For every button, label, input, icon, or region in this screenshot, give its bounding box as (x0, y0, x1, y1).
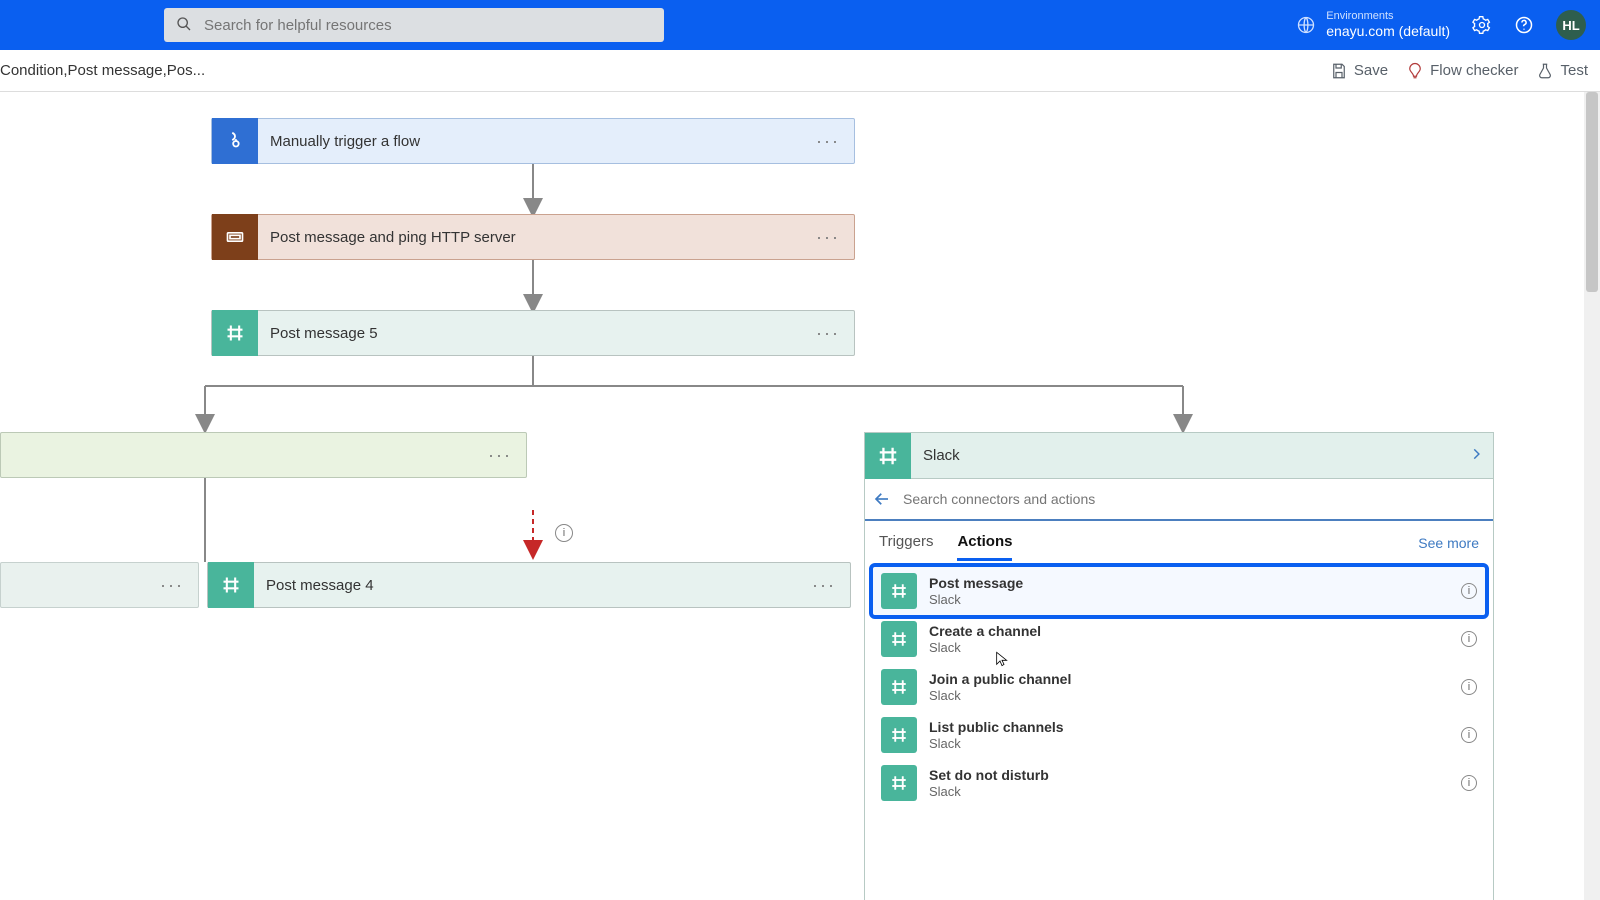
action-item[interactable]: Post message Slack i (873, 567, 1485, 615)
flow-checker-label: Flow checker (1430, 62, 1518, 79)
info-icon[interactable]: i (1461, 631, 1477, 647)
step-menu-icon[interactable]: ··· (816, 131, 840, 152)
step-title: Manually trigger a flow (270, 133, 420, 150)
flow-canvas[interactable]: Manually trigger a flow ··· Post message… (0, 92, 1600, 900)
help-icon[interactable] (1514, 15, 1534, 35)
back-arrow-icon[interactable] (873, 490, 891, 508)
action-connector: Slack (929, 736, 1064, 751)
environment-picker[interactable]: Environments enayu.com (default) (1296, 10, 1450, 40)
action-item[interactable]: List public channels Slack i (873, 711, 1485, 759)
step-title: Post message 4 (266, 577, 374, 594)
search-icon (176, 16, 192, 35)
action-name: Create a channel (929, 623, 1041, 640)
panel-search-input[interactable] (901, 490, 1485, 508)
designer-toolbar: Condition,Post message,Pos... Save Flow … (0, 50, 1600, 92)
environment-label: Environments (1326, 10, 1450, 23)
user-avatar[interactable]: HL (1556, 10, 1586, 40)
step-title: Post message 5 (270, 325, 378, 342)
scope-icon (212, 214, 258, 260)
action-name: List public channels (929, 719, 1064, 736)
slack-connector-icon (865, 433, 911, 479)
step-scope[interactable]: Post message and ping HTTP server ··· (211, 214, 855, 260)
info-icon[interactable]: i (1461, 679, 1477, 695)
slack-icon (212, 310, 258, 356)
slack-icon (881, 765, 917, 801)
vertical-scrollbar[interactable] (1584, 92, 1600, 900)
step-menu-icon[interactable]: ··· (160, 575, 184, 596)
action-name: Post message (929, 575, 1023, 592)
step-title: Post message and ping HTTP server (270, 229, 516, 246)
action-chooser-panel: Slack Triggers Actions See more (864, 432, 1494, 900)
panel-header[interactable]: Slack (865, 433, 1493, 479)
info-icon[interactable]: i (1461, 775, 1477, 791)
action-item[interactable]: Set do not disturb Slack i (873, 759, 1485, 807)
avatar-initials: HL (1562, 18, 1579, 33)
save-button[interactable]: Save (1330, 62, 1388, 80)
panel-tabs: Triggers Actions See more (865, 521, 1493, 561)
step-menu-icon[interactable]: ··· (812, 575, 836, 596)
flow-breadcrumb: Condition,Post message,Pos... (0, 62, 205, 79)
scrollbar-thumb[interactable] (1586, 92, 1598, 292)
slack-icon (881, 717, 917, 753)
test-button[interactable]: Test (1536, 62, 1588, 80)
slack-icon (881, 669, 917, 705)
info-icon[interactable]: i (1461, 727, 1477, 743)
action-connector: Slack (929, 784, 1049, 799)
global-search[interactable] (164, 8, 664, 42)
step-menu-icon[interactable]: ··· (488, 445, 512, 466)
tab-actions[interactable]: Actions (957, 533, 1012, 561)
top-banner: Environments enayu.com (default) HL (0, 0, 1600, 50)
step-menu-icon[interactable]: ··· (816, 227, 840, 248)
chevron-right-icon[interactable] (1469, 447, 1483, 464)
action-item[interactable]: Join a public channel Slack i (873, 663, 1485, 711)
globe-icon (1296, 15, 1316, 35)
step-trigger[interactable]: Manually trigger a flow ··· (211, 118, 855, 164)
action-name: Join a public channel (929, 671, 1071, 688)
action-connector: Slack (929, 688, 1071, 703)
slack-icon (208, 562, 254, 608)
global-search-input[interactable] (202, 16, 652, 35)
action-connector: Slack (929, 640, 1041, 655)
step-post4[interactable]: Post message 4 ··· (207, 562, 851, 608)
test-label: Test (1560, 62, 1588, 79)
branch-yes-card[interactable]: ··· (0, 432, 527, 478)
action-list: Post message Slack i Create a channel Sl… (865, 561, 1493, 817)
see-more-link[interactable]: See more (1418, 535, 1479, 561)
info-icon[interactable]: i (1461, 583, 1477, 599)
step-menu-icon[interactable]: ··· (816, 323, 840, 344)
action-connector: Slack (929, 592, 1023, 607)
settings-gear-icon[interactable] (1472, 15, 1492, 35)
panel-search[interactable] (865, 479, 1493, 521)
flow-checker-button[interactable]: Flow checker (1406, 62, 1518, 80)
step-post5[interactable]: Post message 5 ··· (211, 310, 855, 356)
slack-icon (881, 573, 917, 609)
save-label: Save (1354, 62, 1388, 79)
environment-value: enayu.com (default) (1326, 23, 1450, 40)
action-name: Set do not disturb (929, 767, 1049, 784)
tab-triggers[interactable]: Triggers (879, 533, 933, 561)
runafter-info-icon[interactable]: i (555, 524, 573, 542)
slack-icon (881, 621, 917, 657)
action-item[interactable]: Create a channel Slack i (873, 615, 1485, 663)
trigger-icon (212, 118, 258, 164)
panel-title: Slack (923, 447, 960, 464)
branch-stub-card[interactable]: ··· (0, 562, 199, 608)
